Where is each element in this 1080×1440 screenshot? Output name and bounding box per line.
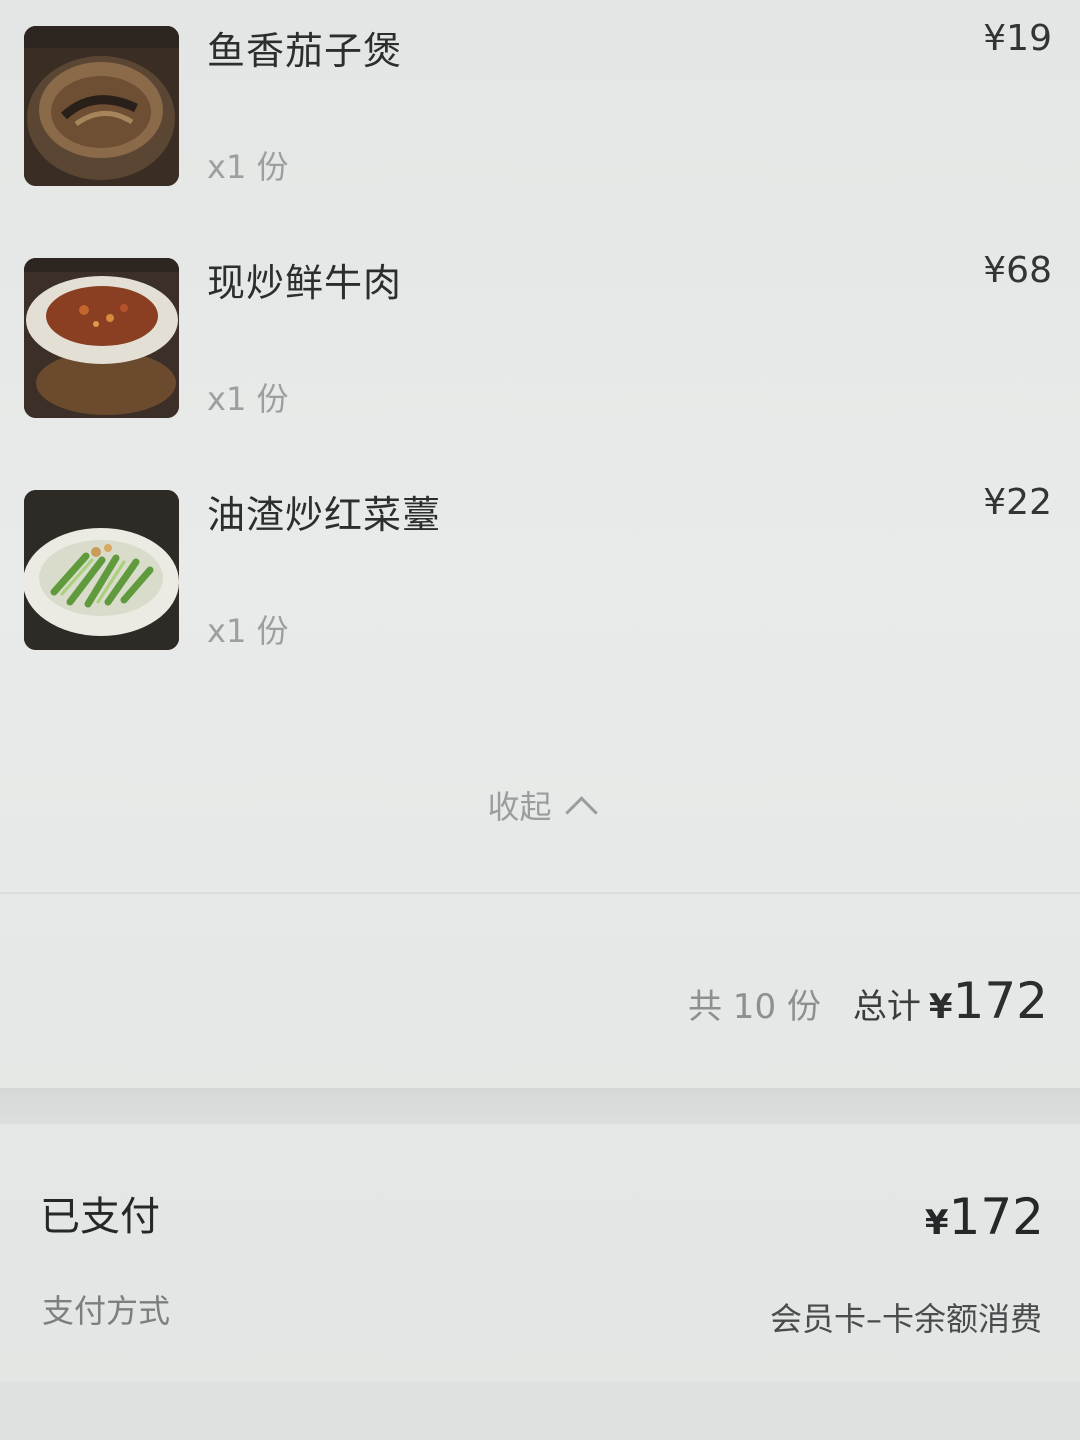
section-separator <box>0 1088 1080 1124</box>
order-item: 鱼香茄子煲 x1 份 ¥19 <box>0 18 1080 196</box>
item-price: ¥19 <box>983 18 1052 59</box>
payment-status: 已支付 <box>40 1194 160 1240</box>
collapse-button[interactable]: 收起 <box>0 782 1080 829</box>
order-summary: 共 10 份 总计 ¥ 172 <box>688 972 1048 1030</box>
total-amount: 172 <box>952 972 1048 1030</box>
chevron-up-icon <box>564 796 598 829</box>
item-price: ¥68 <box>983 250 1052 291</box>
item-count: 共 10 份 <box>688 987 821 1027</box>
payment-method-label: 支付方式 <box>42 1292 171 1330</box>
total-label: 总计 <box>852 987 921 1027</box>
collapse-label: 收起 <box>487 788 552 826</box>
dish-photo <box>24 26 179 186</box>
currency-symbol: ¥ <box>924 1203 949 1243</box>
divider <box>0 892 1080 894</box>
item-quantity: x1 份 <box>207 148 289 186</box>
dish-photo <box>24 258 179 418</box>
item-quantity: x1 份 <box>207 380 289 418</box>
item-name: 油渣炒红菜薹 <box>207 493 442 537</box>
payment-method-value: 会员卡–卡余额消费 <box>769 1300 1042 1338</box>
currency-symbol: ¥ <box>928 987 953 1027</box>
stir-fried-beef-image <box>24 258 179 418</box>
paid-amount: ¥ 172 <box>925 1188 1044 1246</box>
item-quantity: x1 份 <box>207 612 289 650</box>
item-name: 现炒鲜牛肉 <box>207 261 403 305</box>
item-price: ¥22 <box>983 482 1052 523</box>
claypot-eggplant-image <box>24 26 179 186</box>
dish-photo <box>24 490 179 650</box>
vegetable-stir-fry-image <box>24 490 179 650</box>
item-name: 鱼香茄子煲 <box>207 29 403 73</box>
order-item: 现炒鲜牛肉 x1 份 ¥68 <box>0 250 1080 428</box>
order-item: 油渣炒红菜薹 x1 份 ¥22 <box>0 482 1080 660</box>
bottom-strip <box>0 1382 1080 1440</box>
paid-amount-value: 172 <box>948 1188 1044 1246</box>
